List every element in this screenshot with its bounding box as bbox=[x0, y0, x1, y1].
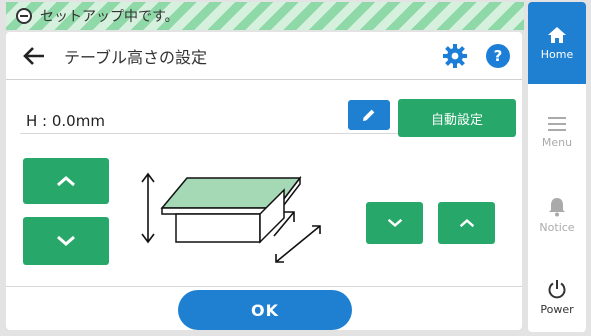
chevron-down-icon bbox=[57, 235, 75, 246]
height-up-button[interactable] bbox=[23, 158, 109, 204]
header: テーブル高さの設定 ? bbox=[6, 32, 522, 80]
help-button[interactable]: ? bbox=[486, 44, 510, 68]
question-icon: ? bbox=[493, 47, 503, 65]
height-row: H : 0.0mm 自動設定 bbox=[20, 96, 516, 137]
nav-menu-label: Menu bbox=[541, 135, 573, 149]
arrow-left-icon bbox=[23, 46, 44, 65]
page-title: テーブル高さの設定 bbox=[64, 47, 208, 67]
main-panel: テーブル高さの設定 ? H : 0.0mm 自動設定 OK bbox=[6, 32, 522, 330]
back-button[interactable] bbox=[22, 46, 46, 66]
chevron-up-icon bbox=[459, 219, 474, 228]
height-value: H : 0.0mm bbox=[26, 112, 105, 130]
divider bbox=[6, 286, 522, 287]
hamburger-icon bbox=[548, 116, 566, 131]
minus-circle-icon bbox=[16, 8, 32, 24]
depth-down-button[interactable] bbox=[366, 202, 423, 244]
home-icon bbox=[548, 26, 566, 43]
edit-button[interactable] bbox=[348, 100, 390, 130]
nav-power[interactable]: Power bbox=[528, 267, 586, 327]
chevron-down-icon bbox=[387, 218, 402, 227]
nav-menu[interactable]: Menu bbox=[528, 102, 586, 162]
nav-home-label: Home bbox=[540, 47, 574, 61]
power-icon bbox=[548, 279, 566, 298]
table-illustration bbox=[141, 172, 321, 263]
nav-power-label: Power bbox=[540, 302, 574, 316]
bell-icon bbox=[549, 197, 565, 216]
nav-notice[interactable]: Notice bbox=[528, 185, 586, 245]
pencil-icon bbox=[363, 109, 375, 121]
chevron-up-icon bbox=[57, 176, 75, 187]
nav-home[interactable]: Home bbox=[528, 2, 586, 84]
status-text: セットアップ中です。 bbox=[40, 9, 179, 25]
ok-button[interactable]: OK bbox=[178, 290, 352, 330]
side-nav: Home Menu Notice Power bbox=[528, 2, 586, 332]
auto-set-button[interactable]: 自動設定 bbox=[398, 99, 516, 137]
settings-button[interactable] bbox=[442, 43, 468, 69]
status-bar: セットアップ中です。 bbox=[6, 2, 524, 30]
depth-up-button[interactable] bbox=[438, 202, 495, 244]
nav-notice-label: Notice bbox=[539, 220, 575, 234]
gear-icon bbox=[443, 44, 467, 68]
height-down-button[interactable] bbox=[23, 217, 109, 265]
